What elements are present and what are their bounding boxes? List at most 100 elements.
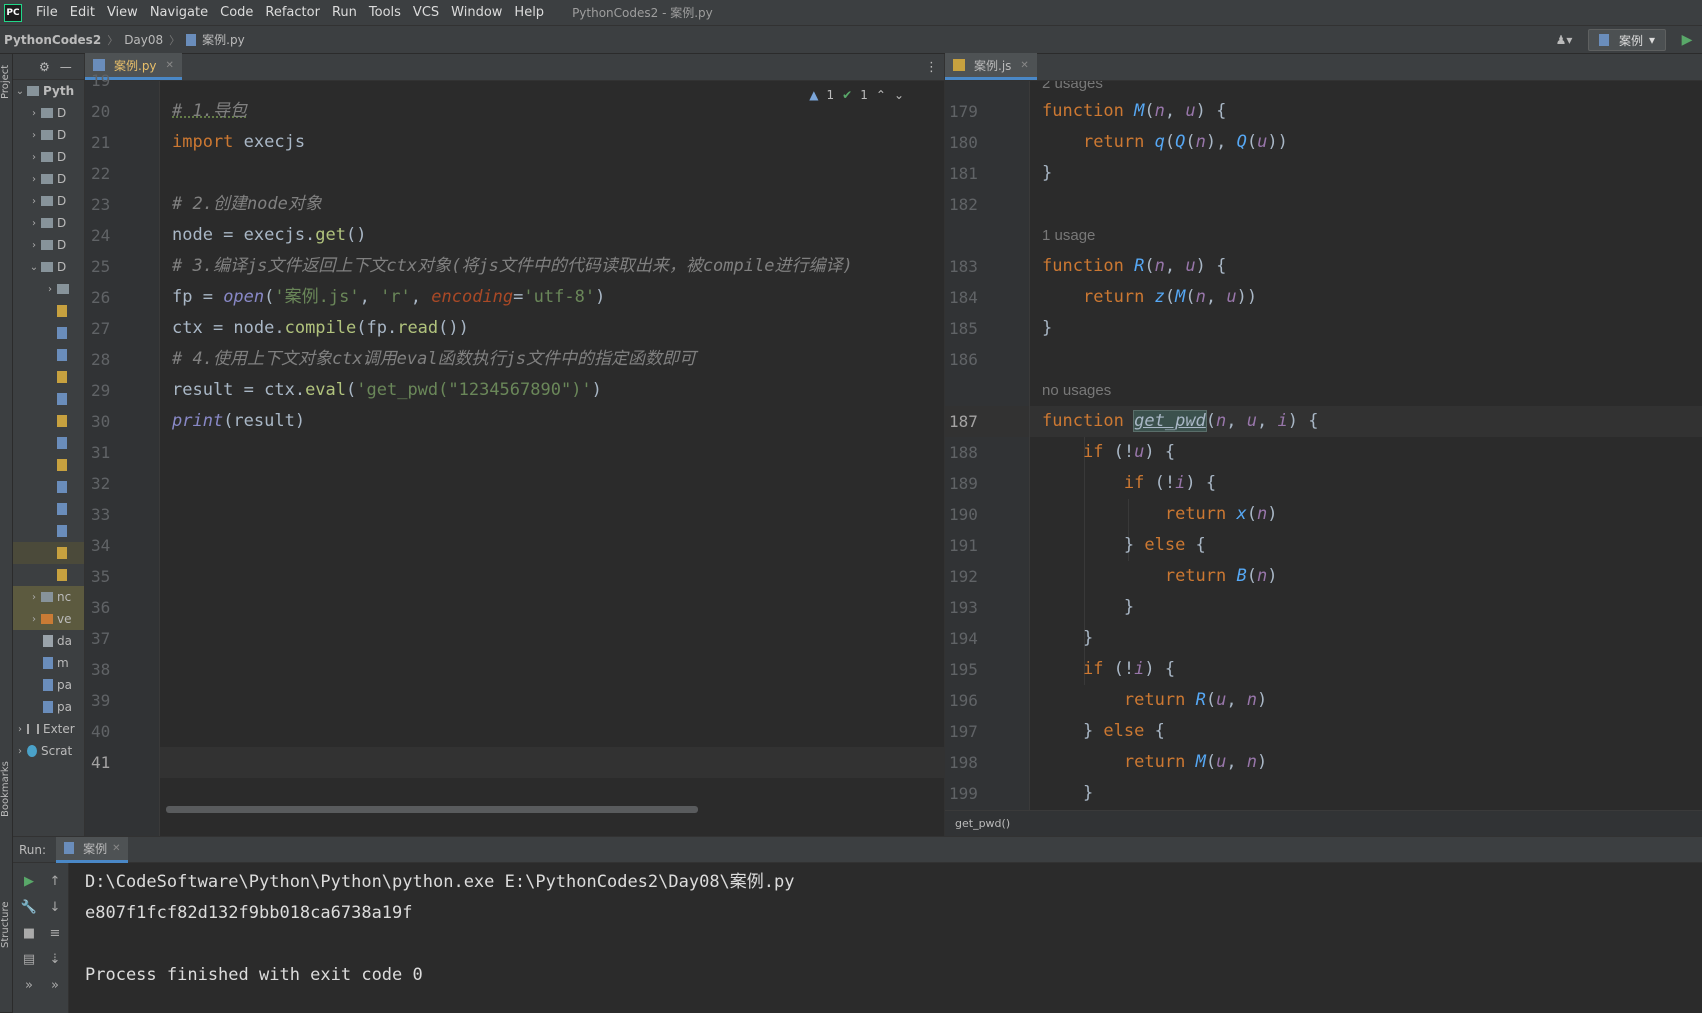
code-breadcrumb[interactable]: get_pwd() (945, 810, 1702, 836)
chevron-up-icon[interactable]: ⌃ (876, 88, 886, 102)
close-icon[interactable]: ✕ (112, 843, 120, 854)
ok-count: 1 (860, 88, 868, 102)
tree-item[interactable] (13, 476, 84, 498)
tree-item[interactable] (13, 432, 84, 454)
tree-item-scratches[interactable]: › Scrat (13, 740, 84, 762)
tree-item[interactable] (13, 410, 84, 432)
code-line: } (1042, 318, 1053, 338)
run-label: Run: (19, 842, 47, 857)
menu-help[interactable]: Help (508, 0, 550, 26)
run-tab[interactable]: 案例 ✕ (56, 836, 129, 863)
menu-code[interactable]: Code (214, 0, 259, 26)
tree-item[interactable]: › D (13, 190, 84, 212)
rerun-icon[interactable]: ▶ (19, 871, 39, 891)
console-output[interactable]: D:\CodeSoftware\Python\Python\python.exe… (85, 867, 1702, 1012)
tree-item[interactable] (13, 366, 84, 388)
tree-item[interactable]: › D (13, 212, 84, 234)
run-icon[interactable]: ▶ (1676, 29, 1698, 51)
more-vertical-icon[interactable]: ⋮ (925, 60, 938, 75)
tree-item[interactable]: › ve (13, 608, 84, 630)
close-icon[interactable]: ✕ (166, 60, 174, 71)
tree-item[interactable] (13, 300, 84, 322)
tree-root[interactable]: ⌄ Pyth (13, 80, 84, 102)
tree-item[interactable] (13, 388, 84, 410)
horizontal-scrollbar[interactable] (166, 806, 698, 813)
bookmarks-tool-button[interactable]: Bookmarks (0, 754, 13, 824)
python-file-icon (57, 349, 67, 361)
tree-item[interactable]: da (13, 630, 84, 652)
menu-edit[interactable]: Edit (64, 0, 101, 26)
python-file-icon (57, 503, 67, 515)
tree-item[interactable]: › (13, 278, 84, 300)
arrow-down-icon[interactable]: ↓ (45, 897, 65, 917)
tree-item-day08[interactable]: ⌄ D (13, 256, 84, 278)
code-line: } (1042, 783, 1094, 803)
tree-item[interactable] (13, 454, 84, 476)
project-tool-button[interactable]: Project (0, 58, 13, 106)
tree-item[interactable]: pa (13, 696, 84, 718)
tree-item[interactable]: › D (13, 234, 84, 256)
tree-item[interactable]: › nc (13, 586, 84, 608)
menu-file[interactable]: File (30, 0, 64, 26)
menu-view[interactable]: View (101, 0, 144, 26)
collapse-icon[interactable]: — (60, 60, 72, 74)
breadcrumb-file[interactable]: 案例.py (200, 31, 247, 48)
tree-item-selected[interactable] (13, 542, 84, 564)
code-line: return z(M(n, u)) (1082, 287, 1258, 307)
structure-tool-button[interactable]: Structure (0, 894, 13, 956)
stop-icon[interactable]: ■ (19, 923, 39, 943)
tree-item[interactable] (13, 564, 84, 586)
tree-item-label: D (57, 216, 67, 230)
tree-item[interactable]: › D (13, 146, 84, 168)
tree-item[interactable]: m (13, 652, 84, 674)
soft-wrap-icon[interactable]: ≡ (45, 923, 65, 943)
code-area[interactable]: # 1.导包 import execjs # 2.创建node对象 node =… (160, 81, 944, 836)
menu-navigate[interactable]: Navigate (144, 0, 214, 26)
layout-icon[interactable]: ▤ (19, 949, 39, 969)
chevron-right-icon: › (48, 283, 52, 295)
arrow-up-icon[interactable]: ↑ (45, 871, 65, 891)
code-line: } (1042, 163, 1053, 183)
run-panel: Run: 案例 ✕ ▶ ↑ 🔧 ↓ ■ ≡ ▤ ⇣ » » D:\CodeSof… (13, 836, 1702, 1013)
tree-item[interactable] (13, 322, 84, 344)
chevron-down-icon: ⌄ (15, 85, 25, 97)
menu-refactor[interactable]: Refactor (259, 0, 326, 26)
more-icon[interactable]: » (19, 975, 39, 995)
gear-icon[interactable]: ⚙ (39, 60, 50, 74)
breadcrumb-project[interactable]: PythonCodes2 (0, 33, 103, 47)
code-area[interactable]: 2 usages function M(n, u) { return q(Q(n… (1030, 81, 1702, 810)
tab-label: 案例.py (114, 58, 157, 73)
inspection-widget[interactable]: ▲ 1 ✔ 1 ⌃ ⌄ (809, 88, 904, 102)
tree-item[interactable] (13, 520, 84, 542)
chevron-down-icon[interactable]: ⌄ (894, 88, 904, 102)
breadcrumb-function[interactable]: get_pwd() (955, 817, 1010, 830)
tab-js-file[interactable]: 案例.js ✕ (945, 53, 1037, 80)
tree-item-label: m (57, 656, 69, 670)
line-number: 190 (949, 505, 978, 524)
run-configuration-select[interactable]: 案例 ▾ (1587, 29, 1666, 51)
more-icon[interactable]: » (45, 975, 65, 995)
menu-tools[interactable]: Tools (363, 0, 407, 26)
tree-item-external-libraries[interactable]: › Exter (13, 718, 84, 740)
menu-window[interactable]: Window (445, 0, 508, 26)
code-line: } else { (1042, 721, 1165, 741)
tree-item[interactable]: › D (13, 124, 84, 146)
tree-item[interactable] (13, 344, 84, 366)
python-file-icon (57, 327, 67, 339)
tree-item-label: da (57, 634, 72, 648)
tree-item-label: D (57, 260, 67, 274)
user-icon[interactable]: ♟▾ (1546, 29, 1582, 51)
tree-item[interactable]: › D (13, 168, 84, 190)
tree-item[interactable]: pa (13, 674, 84, 696)
breadcrumb-folder[interactable]: Day08 (122, 33, 165, 47)
chevron-right-icon: › (18, 745, 22, 757)
tree-item[interactable] (13, 498, 84, 520)
pycharm-logo: PC (4, 3, 22, 22)
menu-vcs[interactable]: VCS (407, 0, 445, 26)
scroll-to-end-icon[interactable]: ⇣ (45, 949, 65, 969)
warning-count: 1 (826, 88, 835, 102)
tree-item[interactable]: › D (13, 102, 84, 124)
close-icon[interactable]: ✕ (1020, 60, 1028, 71)
menu-run[interactable]: Run (326, 0, 363, 26)
wrench-icon[interactable]: 🔧 (19, 897, 39, 917)
